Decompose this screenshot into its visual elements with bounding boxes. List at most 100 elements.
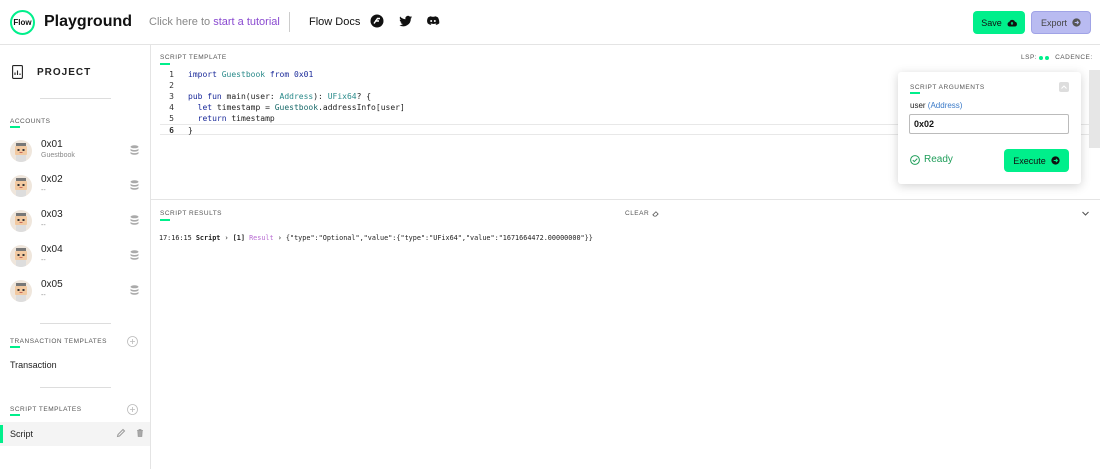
code-text: pub fun main(user: Address): UFix64? { (188, 92, 372, 101)
code-text: } (188, 126, 193, 135)
argument-type: (Address) (927, 101, 963, 110)
sidebar-divider (40, 387, 111, 388)
account-item[interactable]: 0x01 Guestbook (10, 137, 141, 165)
script-templates-label: SCRIPT TEMPLATES (10, 406, 82, 413)
account-contract: -- (41, 187, 46, 194)
line-number: 2 (169, 81, 174, 90)
account-item[interactable]: 0x04 -- (10, 242, 141, 270)
avatar (10, 175, 32, 197)
lsp-label: LSP: (1021, 54, 1038, 61)
save-button[interactable]: Save (973, 11, 1025, 34)
result-kind: Script (195, 234, 221, 242)
chevron-up-icon (1061, 85, 1067, 89)
lsp-status-dot (1039, 55, 1044, 60)
save-label: Save (981, 17, 1002, 28)
collapse-panel-button[interactable] (1059, 82, 1069, 92)
accounts-label: ACCOUNTS (10, 118, 51, 125)
tutorial-link[interactable]: start a tutorial (213, 16, 280, 28)
active-indicator (0, 425, 3, 443)
account-address: 0x04 (41, 244, 63, 255)
user-address-input[interactable] (909, 114, 1069, 134)
transaction-template-item[interactable]: Transaction (10, 360, 57, 370)
chevron-down-icon[interactable] (1081, 209, 1090, 218)
sidebar-divider (40, 98, 111, 99)
script-template-label: Script (10, 429, 34, 439)
code-text: let timestamp = Guestbook.addressInfo[us… (197, 103, 405, 112)
account-item[interactable]: 0x05 -- (10, 277, 141, 305)
storage-icon[interactable] (130, 250, 139, 260)
script-arguments-underline (910, 92, 920, 94)
clear-label: CLEAR (625, 210, 650, 217)
avatar (10, 210, 32, 232)
editor-scrollbar[interactable] (1089, 70, 1100, 148)
account-contract: -- (41, 292, 46, 299)
line-number: 4 (169, 103, 174, 112)
flow-docs-link[interactable]: Flow Docs (309, 16, 360, 28)
check-circle-icon (910, 154, 920, 165)
line-number: 3 (169, 92, 174, 101)
eraser-icon (652, 211, 659, 217)
execute-button[interactable]: Execute (1004, 149, 1069, 172)
app-title: Playground (44, 13, 133, 30)
result-log-line: 17:16:15 Script › [1] Result › {"type":"… (159, 234, 593, 242)
script-template-item[interactable]: Script (0, 422, 150, 446)
tutorial-prefix: Click here to (149, 16, 214, 28)
account-contract: -- (41, 257, 46, 264)
code-text: return timestamp (197, 114, 275, 123)
results-divider (151, 199, 1100, 200)
flow-logo[interactable]: Flow (10, 10, 35, 35)
account-address: 0x05 (41, 279, 63, 290)
clear-results-button[interactable]: CLEAR (625, 210, 659, 217)
execute-label: Execute (1013, 155, 1046, 166)
storage-icon[interactable] (130, 215, 139, 225)
lsp-status: LSP: CADENCE: (1021, 54, 1093, 61)
lsp-status-dot (1045, 55, 1050, 60)
storage-icon[interactable] (130, 180, 139, 190)
script-template-heading: SCRIPT TEMPLATE (160, 54, 227, 61)
project-label: PROJECT (37, 66, 92, 78)
accounts-underline (10, 126, 20, 128)
discord-icon[interactable] (426, 14, 440, 28)
account-item[interactable]: 0x02 -- (10, 172, 141, 200)
result-value: {"type":"Optional","value":{"type":"UFix… (285, 234, 593, 242)
ready-label: Ready (924, 154, 953, 165)
project-header[interactable]: PROJECT (12, 65, 91, 79)
account-item[interactable]: 0x03 -- (10, 207, 141, 235)
logo-text: Flow (13, 18, 32, 27)
script-arguments-title: SCRIPT ARGUMENTS (910, 84, 985, 91)
pencil-icon[interactable] (116, 428, 126, 438)
add-script-icon[interactable] (127, 404, 138, 415)
cloud-upload-icon (1007, 19, 1017, 26)
tutorial-prompt[interactable]: Click here to start a tutorial (149, 16, 280, 28)
twitter-icon[interactable] (399, 14, 413, 28)
avatar (10, 245, 32, 267)
line-number: 5 (169, 114, 174, 123)
argument-name: user (910, 101, 926, 110)
script-results-heading: SCRIPT RESULTS (160, 210, 223, 217)
header-divider (289, 12, 290, 32)
account-address: 0x03 (41, 209, 63, 220)
storage-icon[interactable] (130, 285, 139, 295)
flow-network-icon[interactable] (370, 14, 384, 28)
line-number: 6 (169, 126, 174, 135)
ready-status: Ready (910, 154, 953, 165)
transaction-templates-underline (10, 346, 20, 348)
add-transaction-icon[interactable] (127, 336, 138, 347)
header: Flow Playground Click here to start a tu… (0, 0, 1100, 45)
arrow-right-circle-icon (1072, 18, 1081, 27)
account-contract: -- (41, 222, 46, 229)
export-button[interactable]: Export (1031, 11, 1091, 34)
script-results-underline (160, 219, 170, 221)
argument-label: user (Address) (910, 101, 962, 110)
account-contract: Guestbook (41, 152, 75, 159)
code-text: import Guestbook from 0x01 (188, 70, 314, 79)
sidebar-divider (40, 323, 111, 324)
trash-icon[interactable] (135, 428, 145, 438)
arrow-right-circle-icon (1051, 156, 1060, 165)
transaction-templates-label: TRANSACTION TEMPLATES (10, 338, 107, 345)
export-label: Export (1040, 17, 1067, 28)
storage-icon[interactable] (130, 145, 139, 155)
project-document-icon (12, 65, 23, 79)
script-template-underline (160, 63, 170, 65)
line-number: 1 (169, 70, 174, 79)
